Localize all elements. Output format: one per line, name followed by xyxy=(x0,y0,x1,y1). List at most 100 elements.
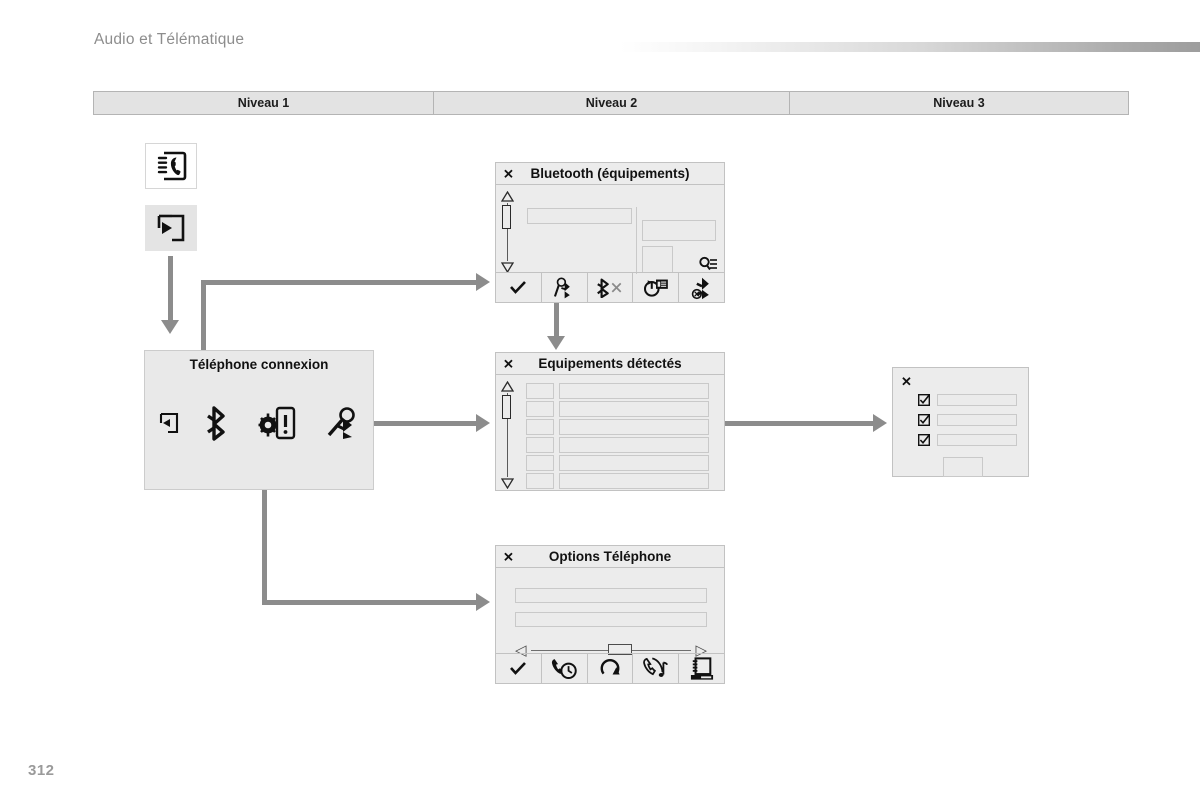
connector-bt-horizontal xyxy=(201,280,481,285)
device-index-box xyxy=(526,437,554,453)
checkbox-checked-icon[interactable] xyxy=(918,394,930,406)
phonebook-icon xyxy=(155,151,187,181)
close-icon[interactable]: ✕ xyxy=(901,375,912,388)
bluetooth-search-icon xyxy=(553,276,575,299)
exit-arrow-icon[interactable] xyxy=(159,412,179,434)
close-icon[interactable]: ✕ xyxy=(503,167,514,180)
list-item[interactable] xyxy=(526,419,709,435)
device-index-box xyxy=(526,401,554,417)
arrowhead-panel-to-detected xyxy=(476,414,490,432)
contacts-sync-button[interactable] xyxy=(633,273,680,302)
device-name-box xyxy=(559,473,709,489)
level-header-1: Niveau 1 xyxy=(93,91,435,115)
validate-check-button[interactable] xyxy=(496,273,542,302)
arrowhead-bt-to-detected xyxy=(547,336,565,350)
call-duration-icon xyxy=(551,657,578,681)
device-name-box xyxy=(559,455,709,471)
list-item[interactable] xyxy=(526,437,709,453)
niveau3-confirm-button[interactable] xyxy=(943,457,983,477)
bluetooth-disconnect-icon xyxy=(597,278,623,298)
niveau3-dialog[interactable]: ✕ xyxy=(892,367,1029,477)
scroll-up-icon[interactable] xyxy=(500,381,514,392)
option-field-2[interactable] xyxy=(515,612,707,627)
checkbox-checked-icon[interactable] xyxy=(918,434,930,446)
bluetooth-status-field[interactable] xyxy=(642,220,716,241)
niveau3-body: ✕ xyxy=(893,368,1028,477)
telephone-connexion-icons xyxy=(145,405,373,441)
page-number: 312 xyxy=(28,762,55,779)
device-name-box xyxy=(559,437,709,453)
bluetooth-scrollbar[interactable] xyxy=(500,191,514,273)
options-telephone-title: Options Téléphone xyxy=(548,549,672,564)
bluetooth-disconnect-button[interactable] xyxy=(588,273,634,302)
device-index-box xyxy=(526,383,554,399)
niveau3-value-field[interactable] xyxy=(937,414,1017,426)
bluetooth-name-field[interactable] xyxy=(527,208,632,224)
device-index-box xyxy=(526,473,554,489)
connector-bt-to-detected xyxy=(554,302,559,338)
bluetooth-remove-button[interactable] xyxy=(679,273,724,302)
bluetooth-toolbar xyxy=(496,272,724,302)
level-header-row: Niveau 1 Niveau 2 Niveau 3 xyxy=(93,91,1129,115)
validate-check-icon xyxy=(509,280,527,295)
list-item[interactable] xyxy=(918,414,1017,426)
contacts-sync-icon xyxy=(643,277,669,299)
loop-refresh-button[interactable] xyxy=(588,654,634,683)
ringtone-button[interactable] xyxy=(633,654,680,683)
bluetooth-dialog[interactable]: ✕ Bluetooth (équipements) xyxy=(495,162,725,303)
arrowhead-bt-to-dialog xyxy=(476,273,490,291)
niveau3-value-field[interactable] xyxy=(937,394,1017,406)
list-item[interactable] xyxy=(526,401,709,417)
device-name-box xyxy=(559,401,709,417)
list-item[interactable] xyxy=(918,394,1017,406)
phonebook-device-button[interactable] xyxy=(679,654,724,683)
bluetooth-divider xyxy=(636,207,637,274)
bluetooth-search-icon[interactable] xyxy=(325,406,359,440)
niveau3-value-field[interactable] xyxy=(937,434,1017,446)
enter-arrow-tile[interactable] xyxy=(145,205,197,251)
scroll-up-icon[interactable] xyxy=(500,191,514,202)
loop-refresh-icon xyxy=(599,658,621,680)
telephone-connexion-title: Téléphone connexion xyxy=(189,357,329,372)
bluetooth-remove-icon xyxy=(690,276,714,300)
option-field-1[interactable] xyxy=(515,588,707,603)
list-item[interactable] xyxy=(526,473,709,489)
close-icon[interactable]: ✕ xyxy=(503,357,514,370)
call-duration-button[interactable] xyxy=(542,654,588,683)
list-item[interactable] xyxy=(918,434,1017,446)
header-accent-bar xyxy=(620,42,1200,52)
phonebook-tile[interactable] xyxy=(145,143,197,189)
connector-tile-to-panel xyxy=(168,256,173,322)
detected-scrollbar[interactable] xyxy=(500,381,514,489)
scrollbar-thumb[interactable] xyxy=(502,205,511,229)
telephone-connexion-panel[interactable]: Téléphone connexion xyxy=(144,350,374,490)
bluetooth-icon[interactable] xyxy=(206,405,230,441)
list-item[interactable] xyxy=(526,383,709,399)
page-title: Audio et Télématique xyxy=(94,31,245,48)
connector-detected-to-niveau3 xyxy=(725,421,877,426)
level-header-2: Niveau 2 xyxy=(433,91,790,115)
device-index-box xyxy=(526,455,554,471)
connector-panel-to-detected xyxy=(374,421,480,426)
phone-settings-icon[interactable] xyxy=(258,406,298,440)
bluetooth-dialog-titlebar: ✕ Bluetooth (équipements) xyxy=(496,163,724,185)
options-telephone-dialog[interactable]: ✕ Options Téléphone ◁ ▷ xyxy=(495,545,725,684)
bluetooth-search-button[interactable] xyxy=(542,273,588,302)
connector-options-horizontal xyxy=(262,600,482,605)
checkbox-checked-icon[interactable] xyxy=(918,414,930,426)
list-item[interactable] xyxy=(526,455,709,471)
bluetooth-dialog-title: Bluetooth (équipements) xyxy=(530,166,690,181)
level-header-3: Niveau 3 xyxy=(788,91,1129,115)
options-telephone-titlebar: ✕ Options Téléphone xyxy=(496,546,724,568)
bluetooth-icon-field[interactable] xyxy=(642,246,673,273)
detected-devices-titlebar: ✕ Equipements détectés xyxy=(496,353,724,375)
enter-arrow-icon xyxy=(156,213,186,243)
scroll-down-icon[interactable] xyxy=(500,478,514,489)
validate-check-button[interactable] xyxy=(496,654,542,683)
detected-devices-title: Equipements détectés xyxy=(538,356,682,371)
close-icon[interactable]: ✕ xyxy=(503,550,514,563)
device-name-box xyxy=(559,419,709,435)
detected-devices-dialog[interactable]: ✕ Equipements détectés xyxy=(495,352,725,491)
scrollbar-thumb[interactable] xyxy=(502,395,511,419)
arrowhead-options xyxy=(476,593,490,611)
